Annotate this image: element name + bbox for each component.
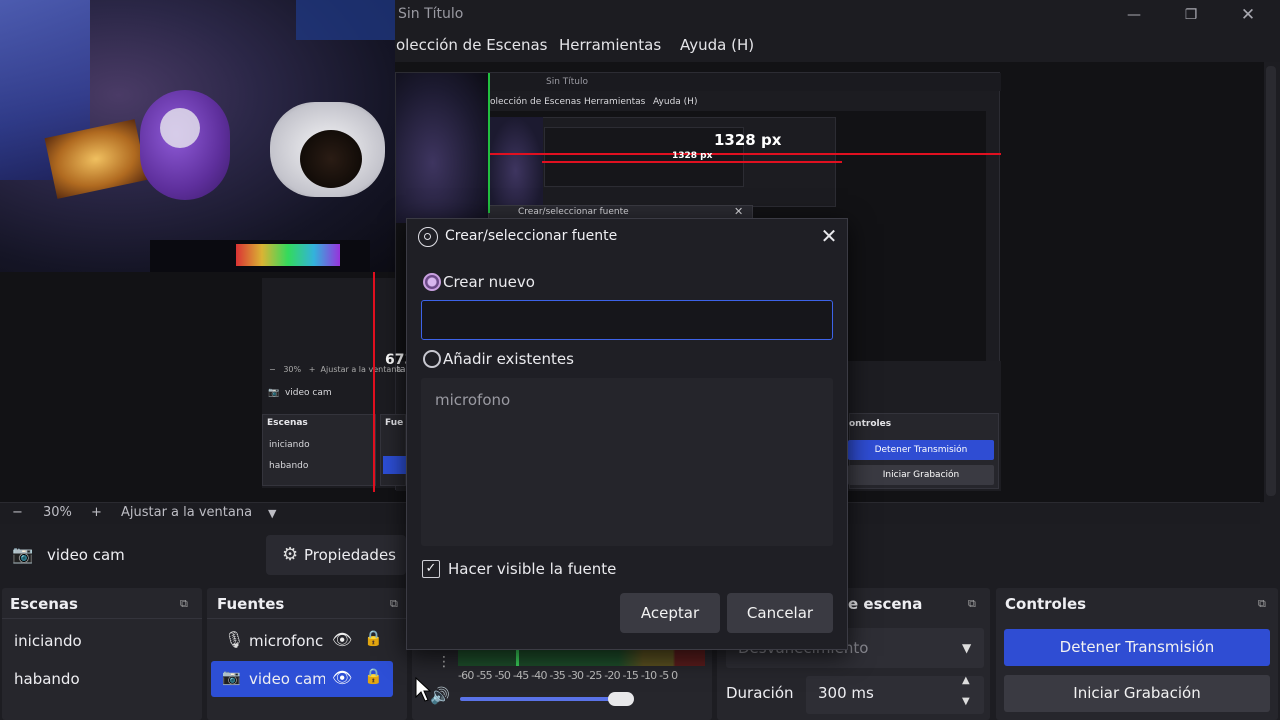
- eye-icon[interactable]: 👁: [332, 668, 352, 687]
- volume-scale: -60 -55 -50 -45 -40 -35 -30 -25 -20 -15 …: [458, 669, 678, 682]
- width-measure-line: [488, 153, 1001, 155]
- camera-icon: 📷: [222, 668, 241, 686]
- lock-icon[interactable]: 🔒: [364, 667, 383, 685]
- source-name-input[interactable]: [421, 300, 833, 340]
- menu-help[interactable]: Ayuda (H): [680, 36, 754, 54]
- chevron-down-icon[interactable]: ▼: [962, 641, 971, 655]
- create-new-label[interactable]: Crear nuevo: [443, 273, 535, 291]
- nested-window-title: Sin Título: [546, 77, 589, 87]
- properties-label: Propiedades: [304, 546, 396, 564]
- zoom-value: 30%: [43, 505, 72, 520]
- zoom-in-button[interactable]: +: [91, 505, 102, 520]
- stop-stream-button[interactable]: Detener Transmisión: [1004, 629, 1270, 666]
- menu-tools[interactable]: Herramientas: [559, 36, 661, 54]
- nested-zoom-value: 30%: [283, 365, 302, 374]
- obs-logo-icon: [418, 227, 438, 247]
- mixer-menu-icon[interactable]: ⋮: [437, 654, 451, 670]
- scene-item-iniciando[interactable]: iniciando: [14, 632, 82, 650]
- current-source-name: video cam: [47, 546, 125, 564]
- add-existing-radio[interactable]: [423, 350, 441, 368]
- maximize-button[interactable]: ❐: [1174, 4, 1208, 26]
- chevron-down-icon[interactable]: ▼: [962, 696, 970, 707]
- nested-source-selected: [383, 456, 406, 474]
- minimize-button[interactable]: —: [1117, 4, 1151, 26]
- volume-meter: [458, 650, 705, 666]
- close-icon[interactable]: ✕: [818, 224, 840, 248]
- zoom-out-button[interactable]: −: [12, 505, 23, 520]
- nested-source-info: 📷 video cam: [268, 388, 332, 398]
- microphone-icon: 🎙: [224, 630, 245, 649]
- existing-source-item[interactable]: microfono: [435, 391, 510, 409]
- scene-item-habando[interactable]: habando: [14, 670, 80, 688]
- nested-menu-help: Ayuda (H): [653, 97, 698, 107]
- controls-title: Controles: [1005, 595, 1087, 613]
- source-item-microfono[interactable]: microfonc: [249, 632, 325, 650]
- width-measure-label-small: 1328 px: [672, 151, 713, 161]
- sources-title: Fuentes: [217, 595, 285, 613]
- create-new-radio[interactable]: [423, 273, 441, 291]
- make-visible-checkbox[interactable]: ✓: [422, 560, 440, 578]
- nested-scenes-title: Escenas: [267, 418, 308, 428]
- dialog-title: Crear/seleccionar fuente: [445, 228, 618, 244]
- undock-icon[interactable]: ⧉: [180, 597, 188, 611]
- nested-sources-title: Fue: [385, 418, 404, 428]
- undock-icon[interactable]: ⧉: [968, 597, 976, 611]
- volume-slider-handle[interactable]: [608, 692, 634, 706]
- nested-scene-item: habando: [269, 461, 309, 471]
- width-measure-line-small: [542, 161, 842, 163]
- window-title: Sin Título: [398, 6, 464, 22]
- nested-source-label: video cam: [284, 388, 332, 398]
- duration-value: 300 ms: [818, 684, 874, 702]
- mouse-cursor-icon: [415, 677, 431, 702]
- nested-scene-item: iniciando: [269, 440, 310, 450]
- height-guide-line: [488, 73, 490, 213]
- accept-button[interactable]: Aceptar: [620, 593, 720, 633]
- scenes-title: Escenas: [10, 595, 78, 613]
- eye-icon[interactable]: 👁: [332, 630, 352, 649]
- transitions-title: e escena: [848, 595, 923, 613]
- chevron-up-icon[interactable]: ▲: [962, 675, 970, 686]
- close-window-button[interactable]: ✕: [1231, 4, 1265, 26]
- duration-label: Duración: [726, 684, 794, 702]
- nested-zoom-bar: − 30% + Ajustar a la ventana: [269, 365, 402, 374]
- preview-scrollbar[interactable]: [1266, 66, 1276, 496]
- camera-icon: 📷: [12, 545, 34, 565]
- height-measure-line: [373, 270, 375, 492]
- undock-icon[interactable]: ⧉: [390, 597, 398, 611]
- cancel-button[interactable]: Cancelar: [727, 593, 833, 633]
- start-recording-button[interactable]: Iniciar Grabación: [1004, 675, 1270, 712]
- source-item-video-cam[interactable]: video cam: [249, 670, 325, 688]
- speaker-icon[interactable]: 🔊: [430, 686, 450, 705]
- make-visible-label[interactable]: Hacer visible la fuente: [448, 560, 616, 578]
- nested-stop-stream-button: Detener Transmisión: [848, 440, 994, 460]
- gear-icon: ⚙: [282, 544, 299, 565]
- nested-dialog-close-icon: ✕: [734, 205, 744, 218]
- menu-scene-collection[interactable]: olección de Escenas: [396, 36, 548, 54]
- chevron-down-icon[interactable]: ▼: [268, 507, 276, 520]
- fit-to-window-button[interactable]: Ajustar a la ventana: [121, 505, 252, 520]
- add-existing-label[interactable]: Añadir existentes: [443, 350, 574, 368]
- volume-slider-track[interactable]: [460, 697, 630, 701]
- nested-start-record-button: Iniciar Grabación: [848, 465, 994, 485]
- nested-controls-title: ontroles: [849, 419, 892, 429]
- undock-icon[interactable]: ⧉: [1258, 597, 1266, 611]
- width-measure-label: 1328 px: [714, 131, 782, 149]
- nested-menu-scene-collection: olección de Escenas: [490, 97, 581, 107]
- nested-menu-tools: Herramientas: [584, 97, 646, 107]
- lock-icon[interactable]: 🔒: [364, 629, 383, 647]
- webcam-feed-image: [0, 0, 395, 272]
- properties-button[interactable]: ⚙ Propiedades: [266, 535, 406, 575]
- nested-dialog-title: Crear/seleccionar fuente: [518, 207, 629, 217]
